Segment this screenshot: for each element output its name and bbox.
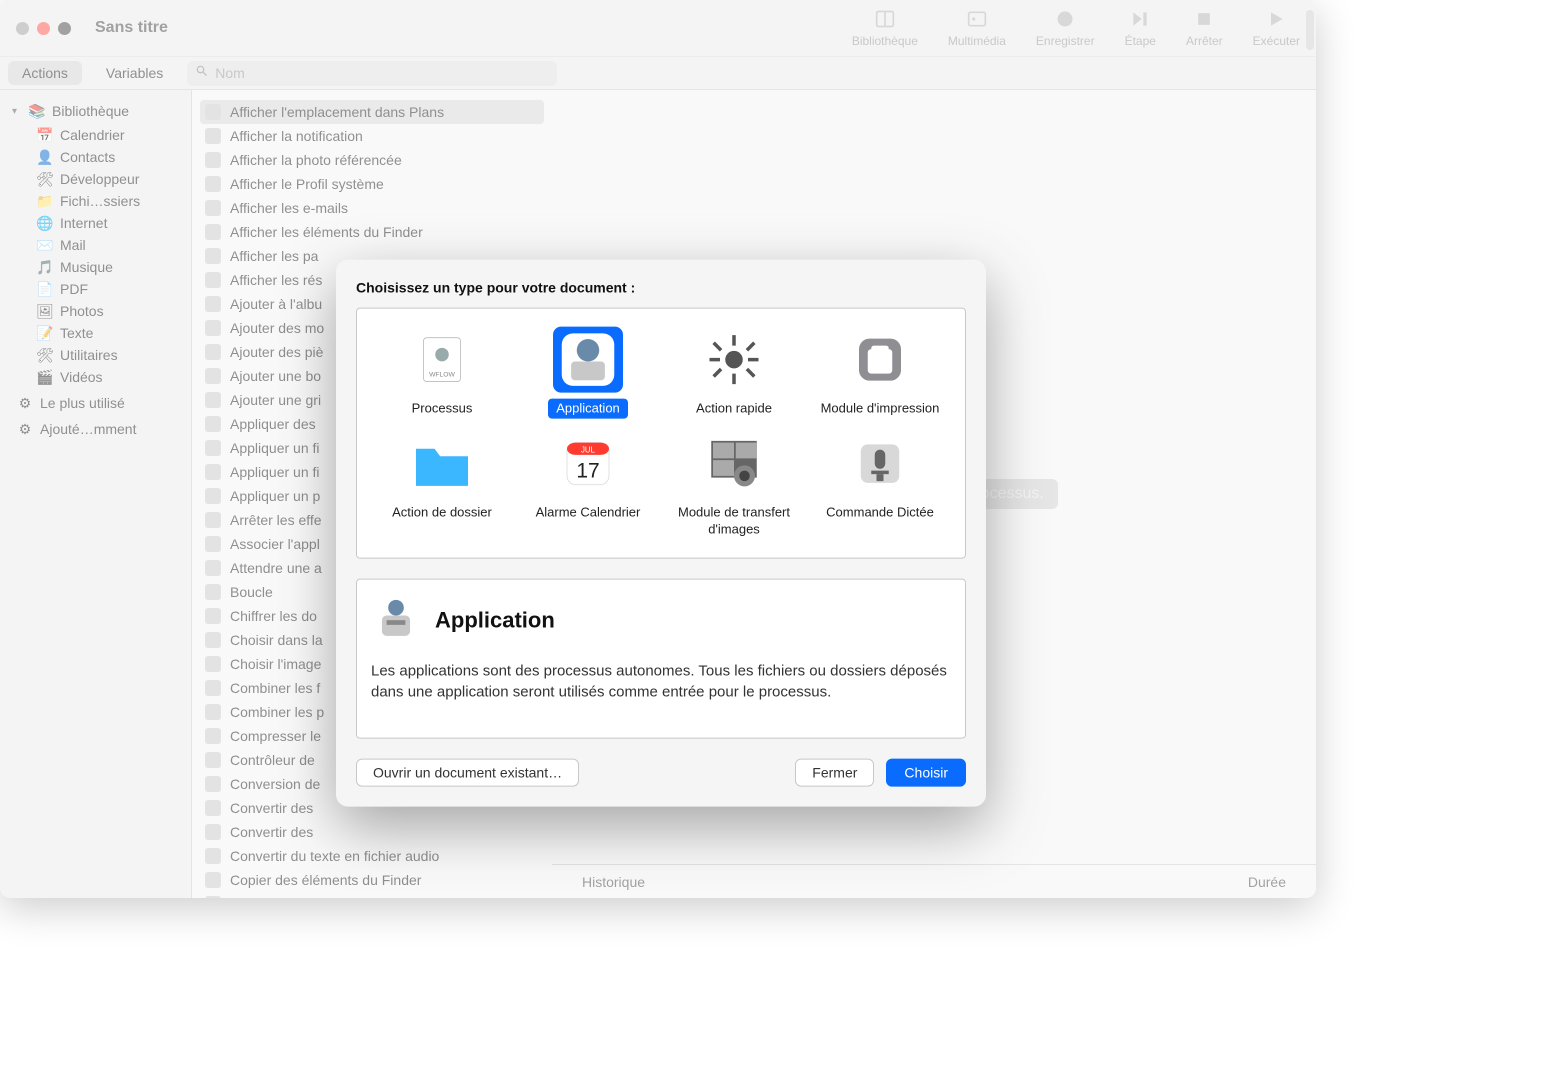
- doc-type-label: Commande Dictée: [818, 503, 942, 523]
- close-button[interactable]: Fermer: [795, 758, 874, 786]
- doc-type-label: Module de transfert d'images: [664, 503, 804, 540]
- automator-icon: [371, 593, 421, 648]
- doc-type-icon: WFLOW: [407, 327, 477, 393]
- modal-title: Choisissez un type pour votre document :: [356, 280, 966, 296]
- doc-type-item[interactable]: Action de dossier: [372, 425, 512, 546]
- doc-type-label: Action de dossier: [384, 503, 500, 523]
- doc-type-label: Alarme Calendrier: [528, 503, 649, 523]
- doc-type-icon: [553, 327, 623, 393]
- description-text: Les applications sont des processus auto…: [371, 660, 951, 702]
- automator-window: Sans titre Bibliothèque Multimédia Enreg…: [0, 0, 1316, 898]
- doc-type-icon: [845, 327, 915, 393]
- svg-text:WFLOW: WFLOW: [429, 372, 455, 379]
- type-grid: WFLOW Processus Application Action rapide Mo…: [356, 308, 966, 559]
- document-type-modal: Choisissez un type pour votre document :…: [336, 260, 986, 807]
- doc-type-icon: [407, 431, 477, 497]
- doc-type-item[interactable]: Module de transfert d'images: [664, 425, 804, 546]
- doc-type-item[interactable]: Action rapide: [664, 321, 804, 425]
- doc-type-icon: [845, 431, 915, 497]
- doc-type-icon: JUL 17: [553, 431, 623, 497]
- svg-text:JUL: JUL: [581, 446, 596, 455]
- doc-type-label: Module d'impression: [813, 399, 948, 419]
- doc-type-item[interactable]: Module d'impression: [810, 321, 950, 425]
- doc-type-item[interactable]: Commande Dictée: [810, 425, 950, 546]
- doc-type-label: Action rapide: [688, 399, 780, 419]
- doc-type-icon: [699, 431, 769, 497]
- doc-type-item[interactable]: WFLOW Processus: [372, 321, 512, 425]
- description-title: Application: [435, 608, 555, 634]
- description-box: Application Les applications sont des pr…: [356, 578, 966, 738]
- svg-text:17: 17: [576, 460, 599, 483]
- doc-type-item[interactable]: Application: [518, 321, 658, 425]
- doc-type-label: Application: [548, 399, 628, 419]
- doc-type-icon: [699, 327, 769, 393]
- modal-buttons: Ouvrir un document existant… Fermer Choi…: [356, 758, 966, 786]
- open-existing-button[interactable]: Ouvrir un document existant…: [356, 758, 579, 786]
- doc-type-item[interactable]: JUL 17 Alarme Calendrier: [518, 425, 658, 546]
- doc-type-label: Processus: [404, 399, 481, 419]
- choose-button[interactable]: Choisir: [886, 758, 966, 786]
